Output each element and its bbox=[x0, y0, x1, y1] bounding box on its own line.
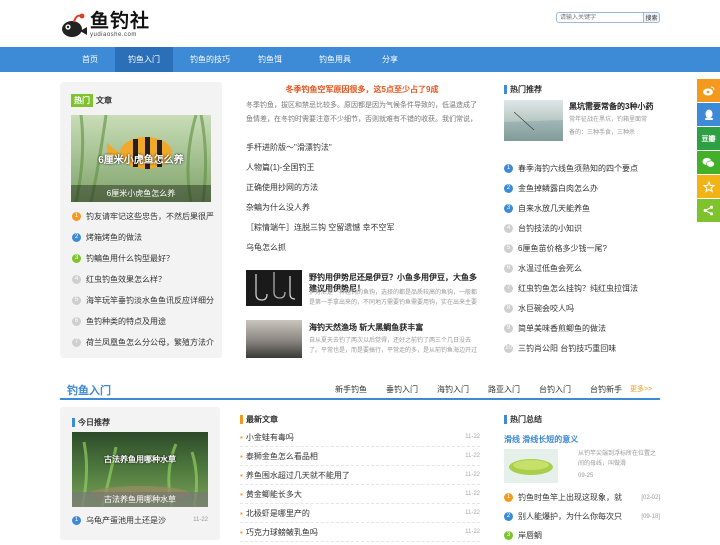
list-item[interactable]: 4 红虫钓鱼效果怎么样？ bbox=[72, 269, 217, 290]
list-item[interactable]: 1 春季海钓六线鱼须熟知的四个要点 bbox=[504, 158, 660, 178]
nav-item-bait[interactable]: 钓鱼饵 bbox=[245, 47, 295, 72]
share-icon[interactable] bbox=[697, 199, 720, 222]
recommend-top-desc: 常年征战在黑坑，钓箱里面常备的：三种手食，三种杀 bbox=[569, 117, 648, 136]
search-box: 搜索 bbox=[556, 12, 660, 23]
section-tab[interactable]: 垂钓入门 bbox=[386, 384, 418, 395]
list-item[interactable]: 乌龟怎么抓 bbox=[246, 237, 478, 257]
site-logo[interactable]: 鱼钓社 yudiaoshe.com bbox=[60, 12, 150, 44]
list-item[interactable]: 10 三钓肖公阳 台钓技巧重回味 bbox=[504, 338, 660, 358]
list-item[interactable]: 正确使用抄网的方法 bbox=[246, 177, 478, 197]
list-item[interactable]: 2 烤箱烤鱼的做法 bbox=[72, 227, 217, 248]
section-tab[interactable]: 新手钓鱼 bbox=[335, 384, 367, 395]
today-image-text: 古法养鱼用哪种水草 bbox=[104, 455, 176, 464]
list-item[interactable]: ▪ 黄金鲫能长多大 11-22 bbox=[240, 485, 480, 504]
list-item[interactable]: 1 乌龟产蛋池用土还是沙 11-22 bbox=[72, 513, 208, 527]
list-item[interactable]: 9 简单美味香煎鲫鱼的做法 bbox=[504, 318, 660, 338]
section-title: 钓鱼入门 bbox=[67, 385, 111, 397]
card-desc: 自从夏天去钓了两次以后觉得，还好之前钓了两三个几日没去了。平常也是，而是要搞行，… bbox=[309, 338, 477, 354]
list-item[interactable]: ▪ 巧克力球鳑鲏乳鱼吗 11-22 bbox=[240, 523, 480, 542]
center-link-list: 手杆进阶版～"滑漂钓法" 人物篇(1)-全国钓王 正确使用抄网的方法 杂鳊为什么… bbox=[246, 137, 478, 257]
hot-summary-list: 1 钓鱼时鱼竿上出现这现象，就 [02-02] 2 别人能爆护，为什么你每次只 [09-… bbox=[504, 488, 660, 545]
today-recommend-panel: 今日推荐 古法养鱼用哪种水草 古法养鱼用哪种水草 1 乌龟产蛋池用土还是沙 11… bbox=[60, 407, 220, 540]
featured-caption: 6厘米小虎鱼怎么养 bbox=[71, 185, 211, 202]
list-item[interactable]: ▪ 小金蛙有毒吗 11-22 bbox=[240, 428, 480, 447]
list-item[interactable]: 3 自来水放几天能养鱼 bbox=[504, 198, 660, 218]
list-item[interactable]: 4 台钓技法的小知识 bbox=[504, 218, 660, 238]
card-desc: 伊势尼是一种粗钩的鱼钩，选择的都是品质较高的鱼钩，一般都是第一手拿出来的，不同地… bbox=[309, 290, 477, 306]
recommend-image[interactable] bbox=[504, 100, 563, 141]
today-title: 今日推荐 bbox=[72, 417, 110, 428]
header: 鱼钓社 yudiaoshe.com 搜索 bbox=[0, 0, 720, 47]
headline-summary: 冬季钓鱼，拔区和禁忌比较多。原因都是因为气候条件导致的，低温造成了鱼情差，在冬钓… bbox=[246, 102, 477, 123]
nav-item-share[interactable]: 分享 bbox=[370, 47, 410, 72]
search-button[interactable]: 搜索 bbox=[644, 12, 660, 23]
section-tab[interactable]: 台钓新手 bbox=[590, 384, 622, 395]
list-item[interactable]: 7 红虫钓鱼怎么挂钩？纯红虫拉饵法 bbox=[504, 278, 660, 298]
list-item[interactable]: 2 别人能爆护，为什么你每次只 [09-18] bbox=[504, 507, 660, 526]
nav-item-gear[interactable]: 钓鱼用具 bbox=[305, 47, 365, 72]
list-item[interactable]: ▪ 北极虾是哪里产的 11-22 bbox=[240, 504, 480, 523]
douban-icon[interactable]: 豆瓣 bbox=[697, 127, 720, 150]
hot-summary-title: 热门总结 bbox=[504, 414, 542, 425]
hot-summary-headline[interactable]: 滑线 滑线长短的意义 bbox=[504, 434, 578, 445]
list-item[interactable]: 2 金鱼掉鳞露白肉怎么办 bbox=[504, 178, 660, 198]
nav-item-home[interactable]: 首页 bbox=[65, 47, 115, 72]
list-item[interactable]: ▪ 泰狮金鱼怎么看品相 11-22 bbox=[240, 447, 480, 466]
list-item[interactable]: ［粽情端午］连脱三钩 空留遗憾 幸不空军 bbox=[246, 217, 478, 237]
site-domain: yudiaoshe.com bbox=[90, 32, 137, 38]
featured-image[interactable]: 6厘米小虎鱼怎么养 6厘米小虎鱼怎么养 bbox=[71, 115, 211, 202]
hot-articles-title: 文章 bbox=[96, 96, 112, 105]
hot-recommend-title: 热门推荐 bbox=[504, 84, 542, 95]
list-item[interactable]: 杂鳊为什么没人养 bbox=[246, 197, 478, 217]
section-tab[interactable]: 路亚入门 bbox=[488, 384, 520, 395]
share-sidebar: 豆瓣 bbox=[697, 79, 720, 223]
hot-recommend-list: 1 春季海钓六线鱼须熟知的四个要点 2 金鱼掉鳞露白肉怎么办 3 自来水放几天能养鱼 … bbox=[504, 158, 660, 358]
star-icon[interactable] bbox=[697, 175, 720, 198]
more-link[interactable]: 更多>> bbox=[630, 384, 652, 394]
list-item[interactable]: 1 钓友请牢记这些忠告，不然后果很严 bbox=[72, 206, 217, 227]
hot-articles-list: 1 钓友请牢记这些忠告，不然后果很严 2 烤箱烤鱼的做法 3 钓鳊鱼用什么钩型最好？ … bbox=[72, 206, 217, 353]
list-item[interactable]: 7 荷兰凤凰鱼怎么分公母，繁殖方法介 bbox=[72, 332, 217, 353]
site-name: 鱼钓社 bbox=[90, 11, 151, 32]
card-title[interactable]: 海钓天然渔场 斩大黑鲷鱼获丰富 bbox=[309, 322, 477, 333]
list-item[interactable]: 8 水巨碗会咬人吗 bbox=[504, 298, 660, 318]
section-tab[interactable]: 海钓入门 bbox=[437, 384, 469, 395]
weibo-icon[interactable] bbox=[697, 79, 720, 102]
main-nav: 首页 钓鱼入门 钓鱼的技巧 钓鱼饵 钓鱼用具 分享 bbox=[0, 47, 720, 72]
today-caption: 古法养鱼用哪种水草 bbox=[72, 492, 208, 507]
recommend-top-title[interactable]: 黑坑需要常备的3种小药 bbox=[569, 101, 661, 112]
card-image-sea[interactable] bbox=[246, 320, 302, 358]
hot-summary-date: 09-25 bbox=[578, 473, 594, 479]
featured-image-text: 6厘米小虎鱼怎么养 bbox=[98, 155, 184, 166]
search-input[interactable] bbox=[556, 12, 644, 23]
card-image-hooks[interactable] bbox=[246, 270, 302, 306]
qq-icon[interactable] bbox=[697, 103, 720, 126]
list-item[interactable]: 1 钓鱼时鱼竿上出现这现象，就 [02-02] bbox=[504, 488, 660, 507]
list-item[interactable]: 6 水温过低鱼会死么 bbox=[504, 258, 660, 278]
hot-summary-image[interactable] bbox=[504, 449, 558, 483]
list-item[interactable]: 手杆进阶版～"滑漂钓法" bbox=[246, 137, 478, 157]
fish-logo-icon bbox=[60, 12, 88, 40]
list-item[interactable]: 6 鱼钓种类的特点及用途 bbox=[72, 311, 217, 332]
section-header: 钓鱼入门 新手钓鱼 垂钓入门 海钓入门 路亚入门 台钓入门 台钓新手 更多>> bbox=[60, 378, 660, 400]
hot-tag: 热门 bbox=[71, 94, 93, 107]
list-item[interactable]: 5 海竿玩竿垂钓淡水鱼鱼讯反应详细分 bbox=[72, 290, 217, 311]
wechat-icon[interactable] bbox=[697, 151, 720, 174]
latest-list: ▪ 小金蛙有毒吗 11-22 ▪ 泰狮金鱼怎么看品相 11-22 ▪ 养鱼围水超过几天就不… bbox=[240, 428, 480, 542]
list-item[interactable]: 5 6厘鱼苗价格多少钱一尾? bbox=[504, 238, 660, 258]
list-item[interactable]: 3 钓鳊鱼用什么钩型最好？ bbox=[72, 248, 217, 269]
section-tab[interactable]: 台钓入门 bbox=[539, 384, 571, 395]
nav-item-fishing-tips[interactable]: 钓鱼的技巧 bbox=[180, 47, 240, 72]
latest-title: 最新文章 bbox=[240, 414, 278, 425]
nav-item-fishing-intro[interactable]: 钓鱼入门 bbox=[115, 47, 173, 72]
hot-articles-panel: 热门 文章 6厘米小虎鱼怎么养 6厘米小虎鱼怎么养 1 钓友请牢记这些忠告，不然后… bbox=[60, 82, 222, 358]
list-item[interactable]: 3 岸唇鲷 bbox=[504, 526, 660, 545]
list-item[interactable]: 人物篇(1)-全国钓王 bbox=[246, 157, 478, 177]
hot-summary-desc: 从钓竿尖端到浮标所在位置之间的母线，叫做滑 bbox=[578, 451, 657, 467]
list-item[interactable]: ▪ 养鱼围水超过几天就不能用了 11-22 bbox=[240, 466, 480, 485]
headline[interactable]: 冬季钓鱼空军原因很多，这5点至少占了9成 bbox=[246, 84, 478, 95]
